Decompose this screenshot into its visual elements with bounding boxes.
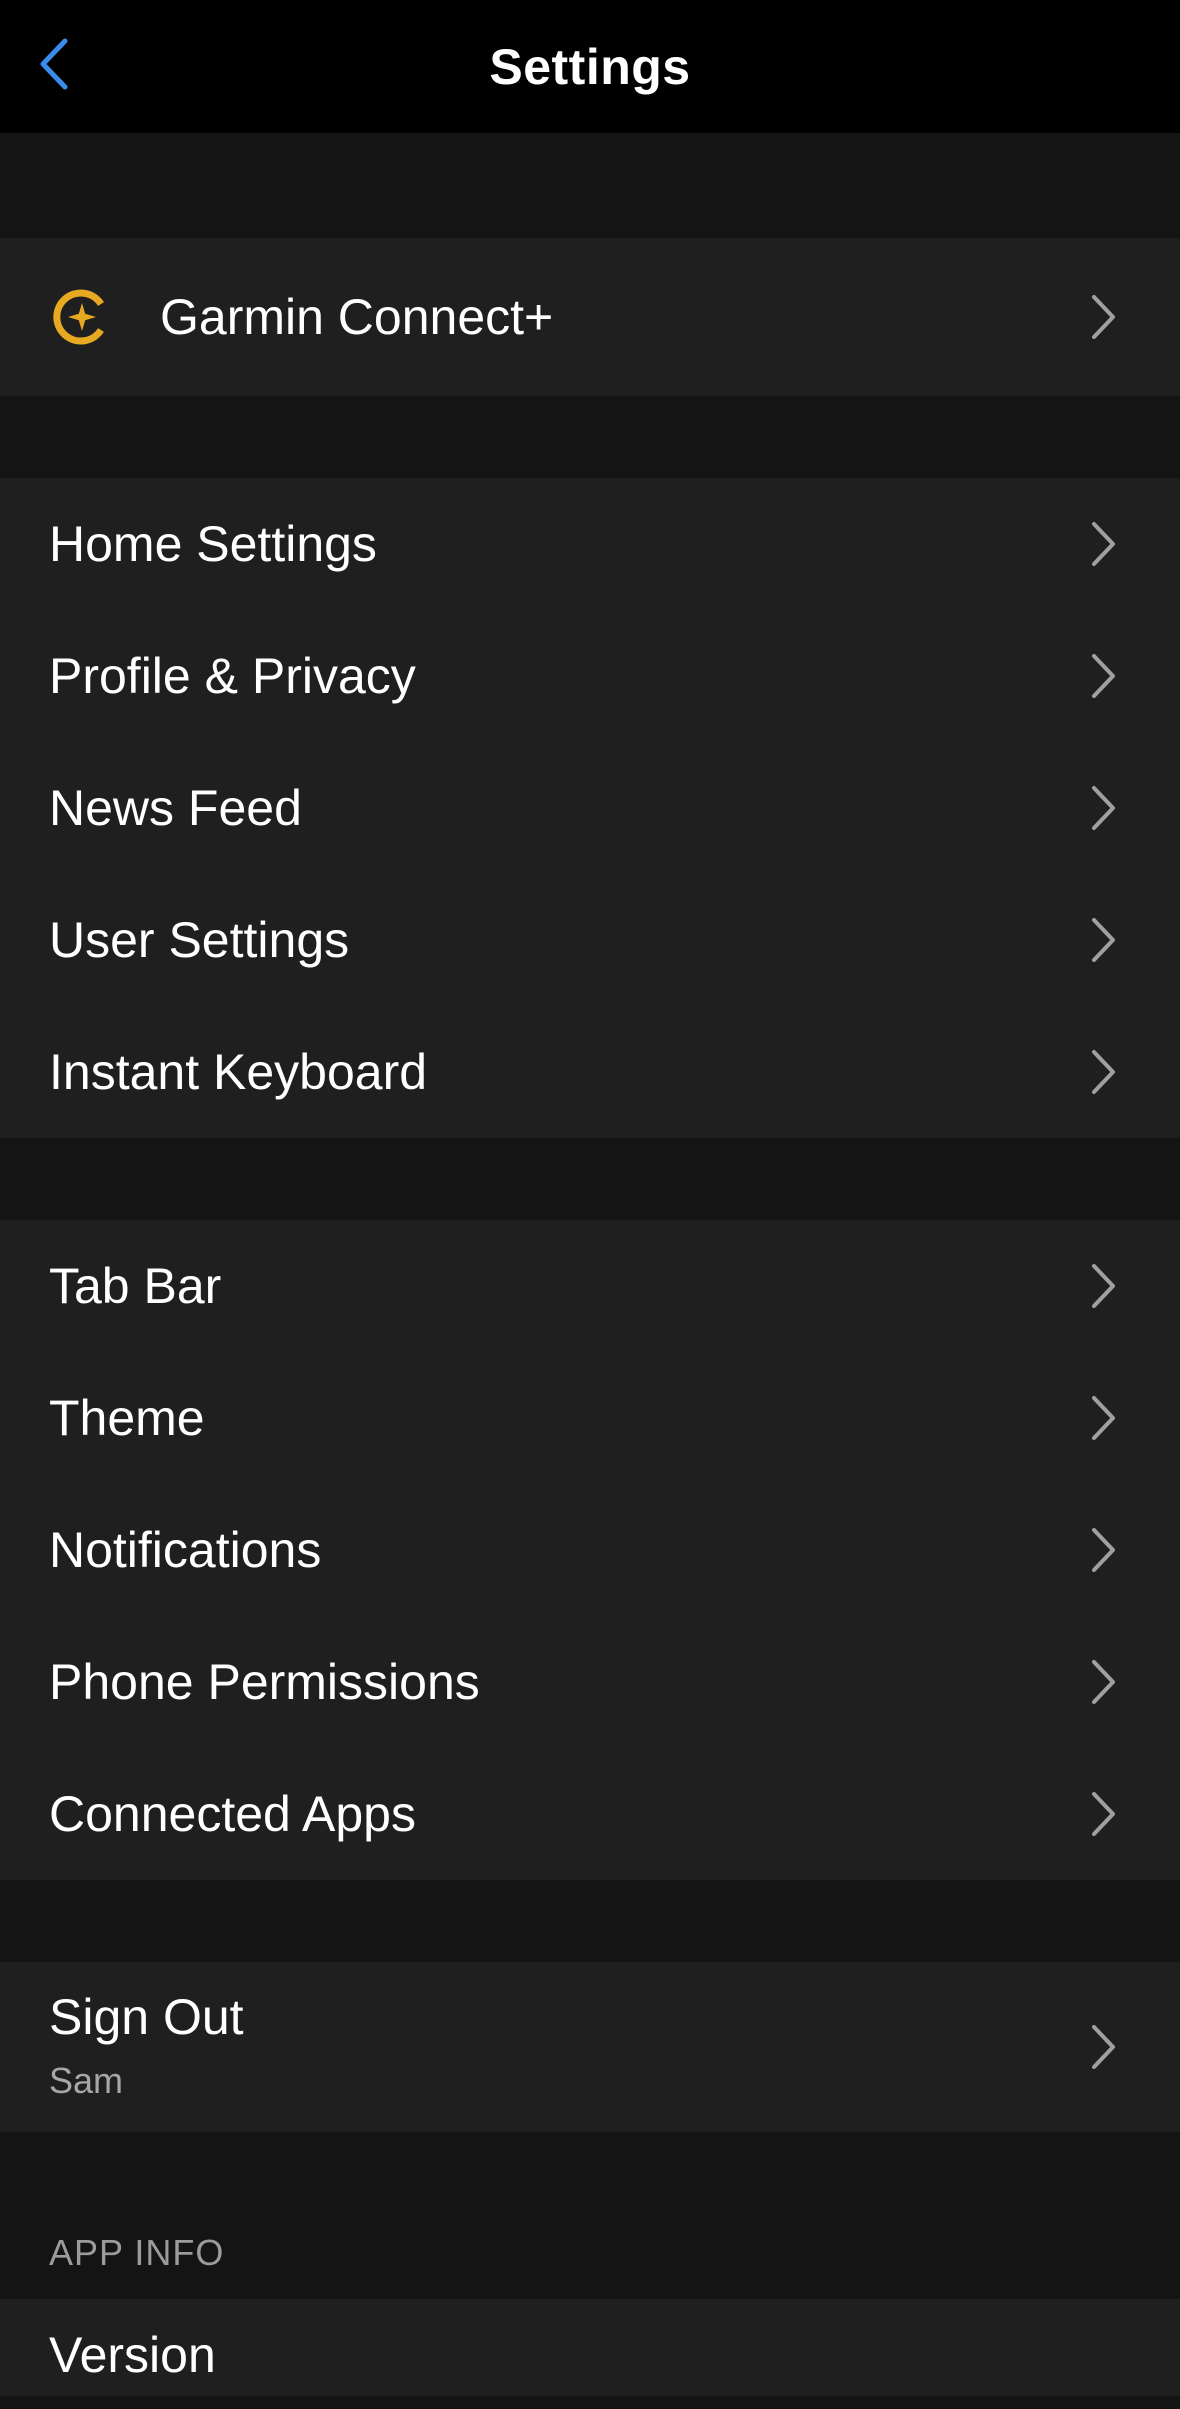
chevron-right-icon (1088, 293, 1118, 341)
sign-out-label: Sign Out (49, 1989, 244, 2045)
app-info-section: Version (0, 2299, 1180, 2396)
general-settings-section: Home Settings Profile & Privacy News Fee… (0, 478, 1180, 1138)
settings-item-news-feed[interactable]: News Feed (0, 742, 1180, 874)
settings-item-theme[interactable]: Theme (0, 1352, 1180, 1484)
sign-out-section: Sign Out Sam (0, 1962, 1180, 2132)
settings-item-label: Home Settings (49, 516, 377, 572)
settings-item-label: News Feed (49, 780, 302, 836)
settings-item-label: Notifications (49, 1522, 322, 1578)
chevron-right-icon (1088, 2023, 1118, 2071)
navigation-bar: Settings (0, 0, 1180, 133)
app-info-header: APP INFO (49, 2232, 225, 2273)
connect-plus-label: Garmin Connect+ (160, 289, 554, 345)
settings-item-label: User Settings (49, 912, 350, 968)
chevron-right-icon (1088, 1790, 1118, 1838)
chevron-right-icon (1088, 520, 1118, 568)
settings-item-label: Tab Bar (49, 1258, 222, 1314)
settings-item-label: Phone Permissions (49, 1654, 480, 1710)
chevron-right-icon (1088, 1526, 1118, 1574)
settings-item-notifications[interactable]: Notifications (0, 1484, 1180, 1616)
chevron-right-icon (1088, 1658, 1118, 1706)
settings-item-label: Connected Apps (49, 1786, 416, 1842)
settings-item-instant-keyboard[interactable]: Instant Keyboard (0, 1006, 1180, 1138)
back-button[interactable] (34, 36, 74, 92)
settings-item-tab-bar[interactable]: Tab Bar (0, 1220, 1180, 1352)
signed-in-user-name: Sam (49, 2060, 124, 2101)
connect-plus-row[interactable]: Garmin Connect+ (0, 238, 1180, 396)
chevron-right-icon (1088, 916, 1118, 964)
chevron-right-icon (1088, 784, 1118, 832)
version-row: Version (0, 2299, 1180, 2409)
settings-item-label: Instant Keyboard (49, 1044, 428, 1100)
settings-item-connected-apps[interactable]: Connected Apps (0, 1748, 1180, 1880)
page-title: Settings (489, 38, 691, 95)
settings-item-profile-privacy[interactable]: Profile & Privacy (0, 610, 1180, 742)
connect-plus-section: Garmin Connect+ (0, 238, 1180, 396)
garmin-connect-plus-icon (53, 289, 104, 345)
chevron-left-icon (40, 38, 68, 90)
settings-item-label: Theme (49, 1390, 205, 1446)
chevron-right-icon (1088, 652, 1118, 700)
version-label: Version (49, 2327, 216, 2383)
chevron-right-icon (1088, 1394, 1118, 1442)
settings-item-label: Profile & Privacy (49, 648, 416, 704)
settings-item-home-settings[interactable]: Home Settings (0, 478, 1180, 610)
settings-item-phone-permissions[interactable]: Phone Permissions (0, 1616, 1180, 1748)
sign-out-button[interactable]: Sign Out Sam (0, 1962, 1180, 2132)
chevron-right-icon (1088, 1048, 1118, 1096)
app-settings-section: Tab Bar Theme Notifications Phone Permis… (0, 1220, 1180, 1880)
chevron-right-icon (1088, 1262, 1118, 1310)
settings-item-user-settings[interactable]: User Settings (0, 874, 1180, 1006)
